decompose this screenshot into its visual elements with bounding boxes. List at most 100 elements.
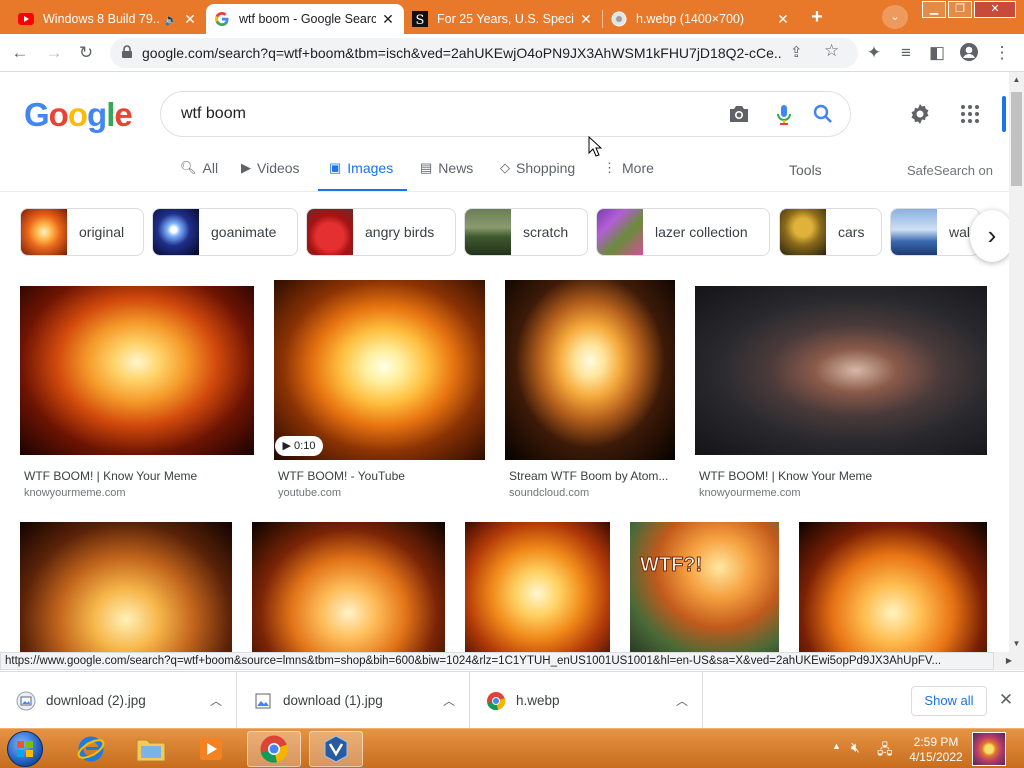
side-panel-icon[interactable]: ◧ xyxy=(926,42,948,64)
tab-news[interactable]: ▤ News xyxy=(420,160,473,192)
volume-muted-icon[interactable]: 🔇︎ xyxy=(851,739,860,756)
window-close-button[interactable]: ✕ xyxy=(974,1,1016,18)
media-control-icon[interactable]: ≡ xyxy=(895,42,917,64)
chip-lazer-collection[interactable]: lazer collection xyxy=(596,208,770,256)
search-box[interactable]: wtf boom xyxy=(160,91,851,137)
close-icon[interactable]: ✕ xyxy=(775,11,791,28)
download-item[interactable]: download (1).jpg ︿ xyxy=(237,672,470,729)
close-icon[interactable]: ✕ xyxy=(380,11,396,28)
chrome-icon xyxy=(486,691,506,711)
system-clock[interactable]: 2:59 PM 4/15/2022 xyxy=(905,735,967,765)
chips-next-arrow[interactable]: › xyxy=(970,210,1014,262)
address-bar[interactable]: google.com/search?q=wtf+boom&tbm=isch&ve… xyxy=(110,38,858,68)
close-icon[interactable]: ✕ xyxy=(182,11,198,28)
taskbar-file-explorer[interactable] xyxy=(124,731,178,767)
scrollbar-thumb[interactable] xyxy=(1011,92,1022,186)
result-image-5[interactable] xyxy=(20,522,232,652)
chip-thumbnail xyxy=(465,209,511,255)
result-image-9[interactable] xyxy=(799,522,987,652)
tools-button[interactable]: Tools xyxy=(789,162,822,178)
chip-thumbnail xyxy=(891,209,937,255)
search-icon[interactable] xyxy=(813,104,833,129)
tag-icon: ◇ xyxy=(500,160,510,175)
taskbar-internet-explorer[interactable] xyxy=(64,731,118,767)
result-title[interactable]: Stream WTF Boom by Atom... xyxy=(509,469,675,483)
chevron-up-icon[interactable]: ︿ xyxy=(210,692,222,709)
result-title[interactable]: WTF BOOM! | Know Your Meme xyxy=(24,469,254,483)
sign-in-button-edge[interactable] xyxy=(1002,96,1006,132)
minimize-button[interactable]: ▁ xyxy=(922,1,946,18)
extensions-icon[interactable]: ✦ xyxy=(863,42,885,64)
chip-wal[interactable]: wal xyxy=(890,208,980,256)
result-image-6[interactable] xyxy=(252,522,445,652)
profile-icon[interactable] xyxy=(958,42,980,64)
new-tab-button[interactable]: + xyxy=(803,5,831,31)
camera-icon[interactable] xyxy=(728,104,750,129)
clock-date: 4/15/2022 xyxy=(909,750,963,764)
result-image-3[interactable] xyxy=(505,280,675,460)
result-title[interactable]: WTF BOOM! | Know Your Meme xyxy=(699,469,987,483)
tab-youtube[interactable]: Windows 8 Build 79... 🔈 ✕ xyxy=(10,4,206,34)
tab-videos[interactable]: ▶ Videos xyxy=(241,160,300,192)
lock-icon[interactable] xyxy=(120,45,134,59)
desktop-preview-thumbnail[interactable] xyxy=(972,732,1006,766)
reload-button[interactable]: ↻ xyxy=(75,42,97,64)
tab-title: Windows 8 Build 79... xyxy=(43,12,161,26)
chevron-up-icon[interactable]: ︿ xyxy=(676,692,688,709)
scroll-down-arrow[interactable]: ▼ xyxy=(1009,636,1024,652)
microphone-icon[interactable] xyxy=(777,104,791,131)
chip-cars[interactable]: cars xyxy=(779,208,882,256)
virtualbox-icon xyxy=(324,735,348,763)
share-icon[interactable]: ⇪ xyxy=(790,43,803,61)
close-icon[interactable]: ✕ xyxy=(997,690,1015,710)
result-source[interactable]: knowyourmeme.com xyxy=(699,487,800,499)
result-image-2[interactable] xyxy=(274,280,485,460)
chip-angry-birds[interactable]: angry birds xyxy=(306,208,456,256)
tab-all[interactable]: 🔍︎ All xyxy=(180,160,218,192)
chrome-menu-icon[interactable]: ⋮ xyxy=(991,42,1013,64)
maximize-button[interactable]: ❐ xyxy=(948,1,972,18)
close-icon[interactable]: ✕ xyxy=(578,11,594,28)
taskbar-virtualbox[interactable] xyxy=(309,731,363,767)
back-button[interactable]: ← xyxy=(9,42,31,64)
result-source[interactable]: knowyourmeme.com xyxy=(24,487,125,499)
result-image-8[interactable]: WTF?! xyxy=(630,522,779,652)
safesearch-toggle[interactable]: SafeSearch on xyxy=(907,163,993,178)
mouse-cursor-icon xyxy=(588,136,602,157)
network-icon[interactable]: 🖧︎ xyxy=(877,739,893,763)
show-all-downloads-button[interactable]: Show all xyxy=(911,686,987,716)
tab-google-search[interactable]: wtf boom - Google Search ✕ xyxy=(206,4,404,34)
scroll-up-arrow[interactable]: ▲ xyxy=(1009,72,1024,88)
chip-scratch[interactable]: scratch xyxy=(464,208,588,256)
show-hidden-icons-arrow[interactable]: ▲ xyxy=(832,741,841,751)
tab-article[interactable]: S For 25 Years, U.S. Special... ✕ xyxy=(404,4,602,34)
google-logo[interactable]: Google xyxy=(24,96,133,134)
google-apps-icon[interactable] xyxy=(960,104,980,124)
tab-webp-image[interactable]: h.webp (1400×700) ✕ xyxy=(603,4,799,34)
settings-gear-icon[interactable] xyxy=(908,102,932,126)
result-source[interactable]: youtube.com xyxy=(278,487,341,499)
chip-original[interactable]: original xyxy=(20,208,144,256)
taskbar-chrome[interactable] xyxy=(247,731,301,767)
tab-more[interactable]: ⋮ More xyxy=(603,160,654,192)
download-item[interactable]: h.webp ︿ xyxy=(470,672,703,729)
result-source[interactable]: soundcloud.com xyxy=(509,487,589,499)
bookmark-star-icon[interactable]: ☆ xyxy=(824,41,839,61)
result-title[interactable]: WTF BOOM! - YouTube xyxy=(278,469,485,483)
speaker-icon[interactable]: 🔈 xyxy=(164,13,178,26)
result-image-1[interactable] xyxy=(20,286,254,455)
search-input[interactable]: wtf boom xyxy=(181,105,246,123)
tab-search-button[interactable]: ⌄ xyxy=(882,5,908,29)
tab-images[interactable]: ▣ Images xyxy=(318,160,407,192)
start-button[interactable] xyxy=(7,731,43,767)
chevron-up-icon[interactable]: ︿ xyxy=(443,692,455,709)
taskbar-media-player[interactable] xyxy=(184,731,238,767)
toolbar: ← → ↻ google.com/search?q=wtf+boom&tbm=i… xyxy=(0,34,1024,72)
result-image-7[interactable] xyxy=(465,522,610,652)
forward-button[interactable]: → xyxy=(43,42,65,64)
chip-goanimate[interactable]: goanimate xyxy=(152,208,298,256)
download-item[interactable]: download (2).jpg ︿ xyxy=(0,672,237,729)
result-image-4[interactable] xyxy=(695,286,987,455)
horizontal-scroll-arrow[interactable]: ▶ xyxy=(994,652,1024,670)
tab-shopping[interactable]: ◇ Shopping xyxy=(500,160,575,192)
